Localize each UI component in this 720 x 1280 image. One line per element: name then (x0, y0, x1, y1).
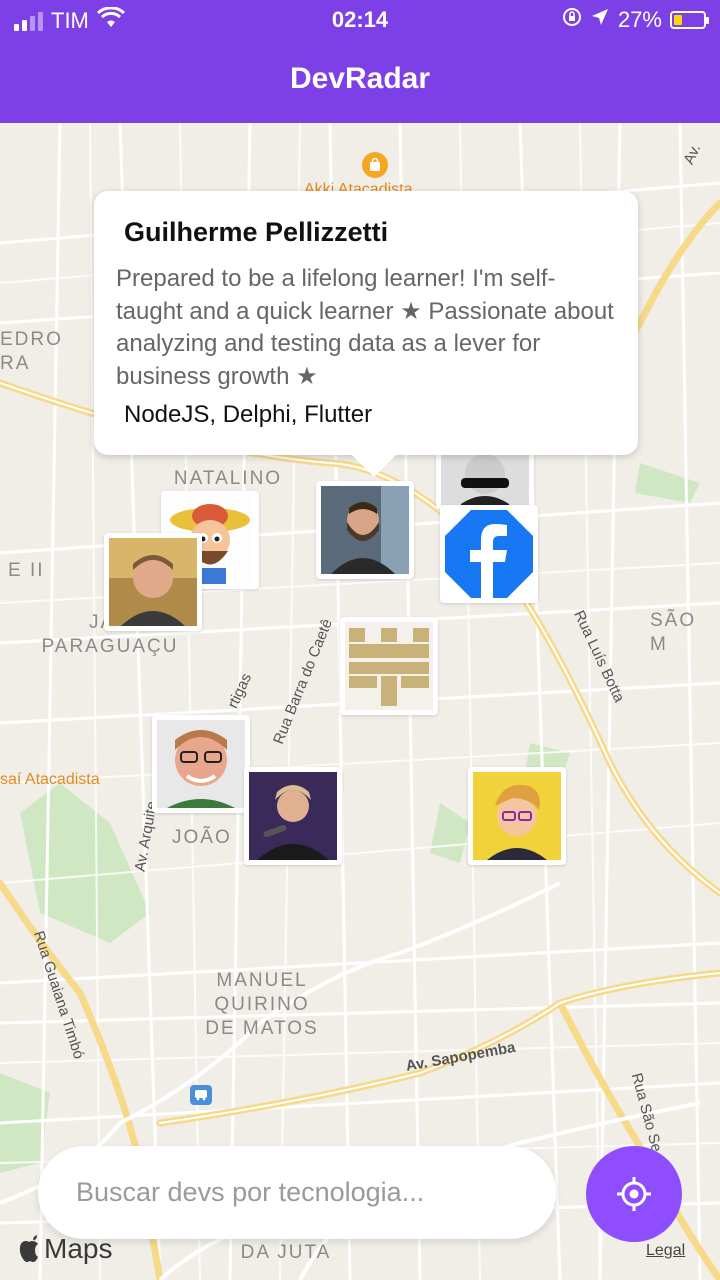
search-input[interactable] (76, 1146, 536, 1239)
lock-rotation-icon (562, 7, 582, 33)
apple-icon (19, 1235, 38, 1262)
shopping-bag-icon[interactable] (362, 152, 388, 178)
area-label-sao-m: SÃO M (650, 609, 720, 657)
dev-callout[interactable]: Guilherme Pellizzetti Prepared to be a l… (94, 191, 638, 477)
search-box (38, 1146, 556, 1239)
dev-pin[interactable] (244, 767, 342, 865)
area-label-text: MANUEL QUIRINO DE MATOS (205, 970, 319, 1039)
locate-button[interactable] (586, 1146, 682, 1242)
area-label-joao: JOÃO (172, 826, 252, 850)
dev-avatar-image (441, 454, 529, 509)
gps-target-icon (617, 1177, 651, 1211)
battery-icon (670, 11, 709, 29)
dev-pin[interactable] (436, 449, 534, 509)
bus-stop-icon[interactable] (190, 1085, 212, 1105)
maps-brand-label: Maps (44, 1233, 113, 1264)
dev-avatar-image (473, 772, 561, 860)
battery-level-fill (674, 15, 682, 25)
dev-pin[interactable] (340, 617, 438, 715)
area-label-manuel-quirino: MANUEL QUIRINO DE MATOS (192, 969, 332, 1041)
area-label-text: SÃO M (650, 610, 697, 655)
dev-bio: Prepared to be a lifelong learner! I'm s… (116, 265, 614, 390)
area-label-e-ii: E II (8, 559, 68, 583)
area-label-text: DA JUTA (240, 1242, 332, 1263)
dev-pin[interactable] (104, 533, 202, 631)
area-label-pedro: EDRO RA (0, 328, 100, 376)
legal-link[interactable]: Legal (646, 1242, 685, 1260)
dev-avatar-image (249, 772, 337, 860)
dev-pin[interactable] (152, 715, 250, 813)
maps-brand: Maps (18, 1233, 112, 1265)
dev-name: Guilherme Pellizzetti (124, 217, 389, 247)
dev-avatar-image (157, 720, 245, 808)
poi-label[interactable]: saí Atacadista (0, 771, 100, 789)
area-label-text: E II (8, 560, 45, 581)
dev-avatar-image (109, 538, 197, 626)
app-title: DevRadar (289, 62, 431, 95)
dev-pin-selected[interactable] (316, 481, 414, 579)
facebook-icon (445, 510, 533, 598)
status-bar: TIM 02:14 27% (0, 0, 720, 40)
app-header: DevRadar (0, 40, 720, 123)
area-label-text: JOÃO (172, 827, 232, 848)
dev-pin[interactable] (468, 767, 566, 865)
area-label-da-juta: DA JUTA (226, 1241, 346, 1265)
location-arrow-icon (590, 7, 610, 33)
dev-avatar-image (321, 486, 409, 574)
area-label-text: EDRO RA (0, 329, 63, 374)
dev-avatar-image (345, 622, 433, 710)
dev-pin[interactable] (440, 505, 538, 603)
dev-techs: NodeJS, Delphi, Flutter (124, 401, 373, 428)
battery-percent: 27% (617, 7, 662, 32)
